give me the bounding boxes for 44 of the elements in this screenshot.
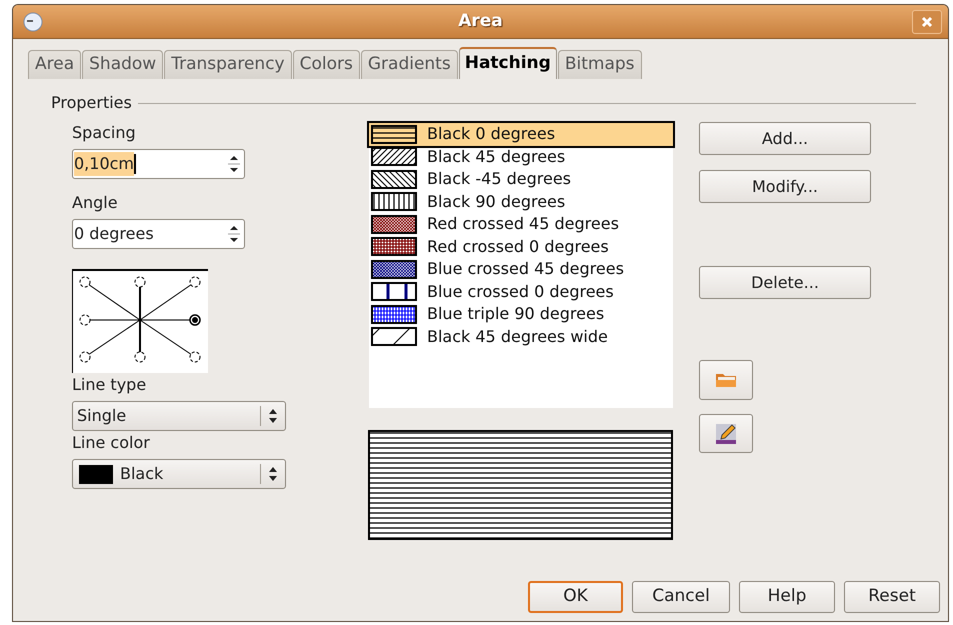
save-button[interactable] (699, 414, 753, 453)
pencil-document-icon (715, 422, 737, 444)
dialog-button[interactable]: OK (528, 581, 623, 613)
tab[interactable]: Shadow (82, 50, 164, 79)
dialog-button[interactable]: Cancel (632, 581, 730, 613)
tab[interactable]: Gradients (360, 50, 458, 79)
dropdown[interactable]: Single (72, 401, 286, 431)
list-item[interactable]: Black 0 degrees (369, 123, 673, 146)
side-button[interactable]: Modify... (699, 170, 871, 203)
field-label: Spacing (72, 122, 136, 144)
spin-field[interactable]: 0 degrees (72, 219, 245, 249)
list-item[interactable]: Black 45 degrees (369, 146, 673, 168)
spin-field[interactable]: 0,10cm (72, 149, 245, 179)
folder-icon (715, 372, 737, 388)
hatch-list[interactable] (369, 121, 673, 408)
field-label: Line color (72, 432, 150, 454)
list-item[interactable]: Red crossed 0 degrees (369, 236, 673, 258)
field-label: Line type (72, 374, 146, 396)
list-item[interactable]: Blue crossed 45 degrees (369, 258, 673, 280)
list-item[interactable]: Black -45 degrees (369, 168, 673, 190)
list-item[interactable]: Blue triple 90 degrees (369, 303, 673, 326)
dropdown[interactable]: Black (72, 459, 286, 489)
tab[interactable]: Transparency (164, 50, 292, 79)
spin-arrows-icon (228, 223, 240, 245)
tab[interactable]: Bitmaps (558, 50, 642, 79)
list-item[interactable]: Black 45 degrees wide (369, 326, 673, 348)
list-item[interactable]: Black 90 degrees (369, 190, 673, 213)
open-button[interactable] (699, 360, 753, 400)
app-icon (23, 12, 43, 32)
group-title: Properties (51, 92, 132, 114)
tab[interactable]: Hatching (458, 47, 557, 79)
tab[interactable]: Colors (292, 50, 360, 79)
close-button[interactable] (912, 10, 942, 34)
tab[interactable]: Area (28, 50, 82, 79)
list-item[interactable]: Red crossed 45 degrees (369, 213, 673, 236)
side-button[interactable]: Delete... (699, 266, 871, 299)
field-label: Angle (72, 192, 118, 214)
side-button[interactable]: Add... (699, 122, 871, 155)
dialog-button[interactable]: Help (739, 581, 835, 613)
window-title: Area (458, 10, 503, 33)
close-icon (921, 16, 933, 28)
dialog-button[interactable]: Reset (844, 581, 940, 613)
spin-arrows-icon (228, 153, 240, 175)
list-item[interactable]: Blue crossed 0 degrees (369, 280, 673, 303)
